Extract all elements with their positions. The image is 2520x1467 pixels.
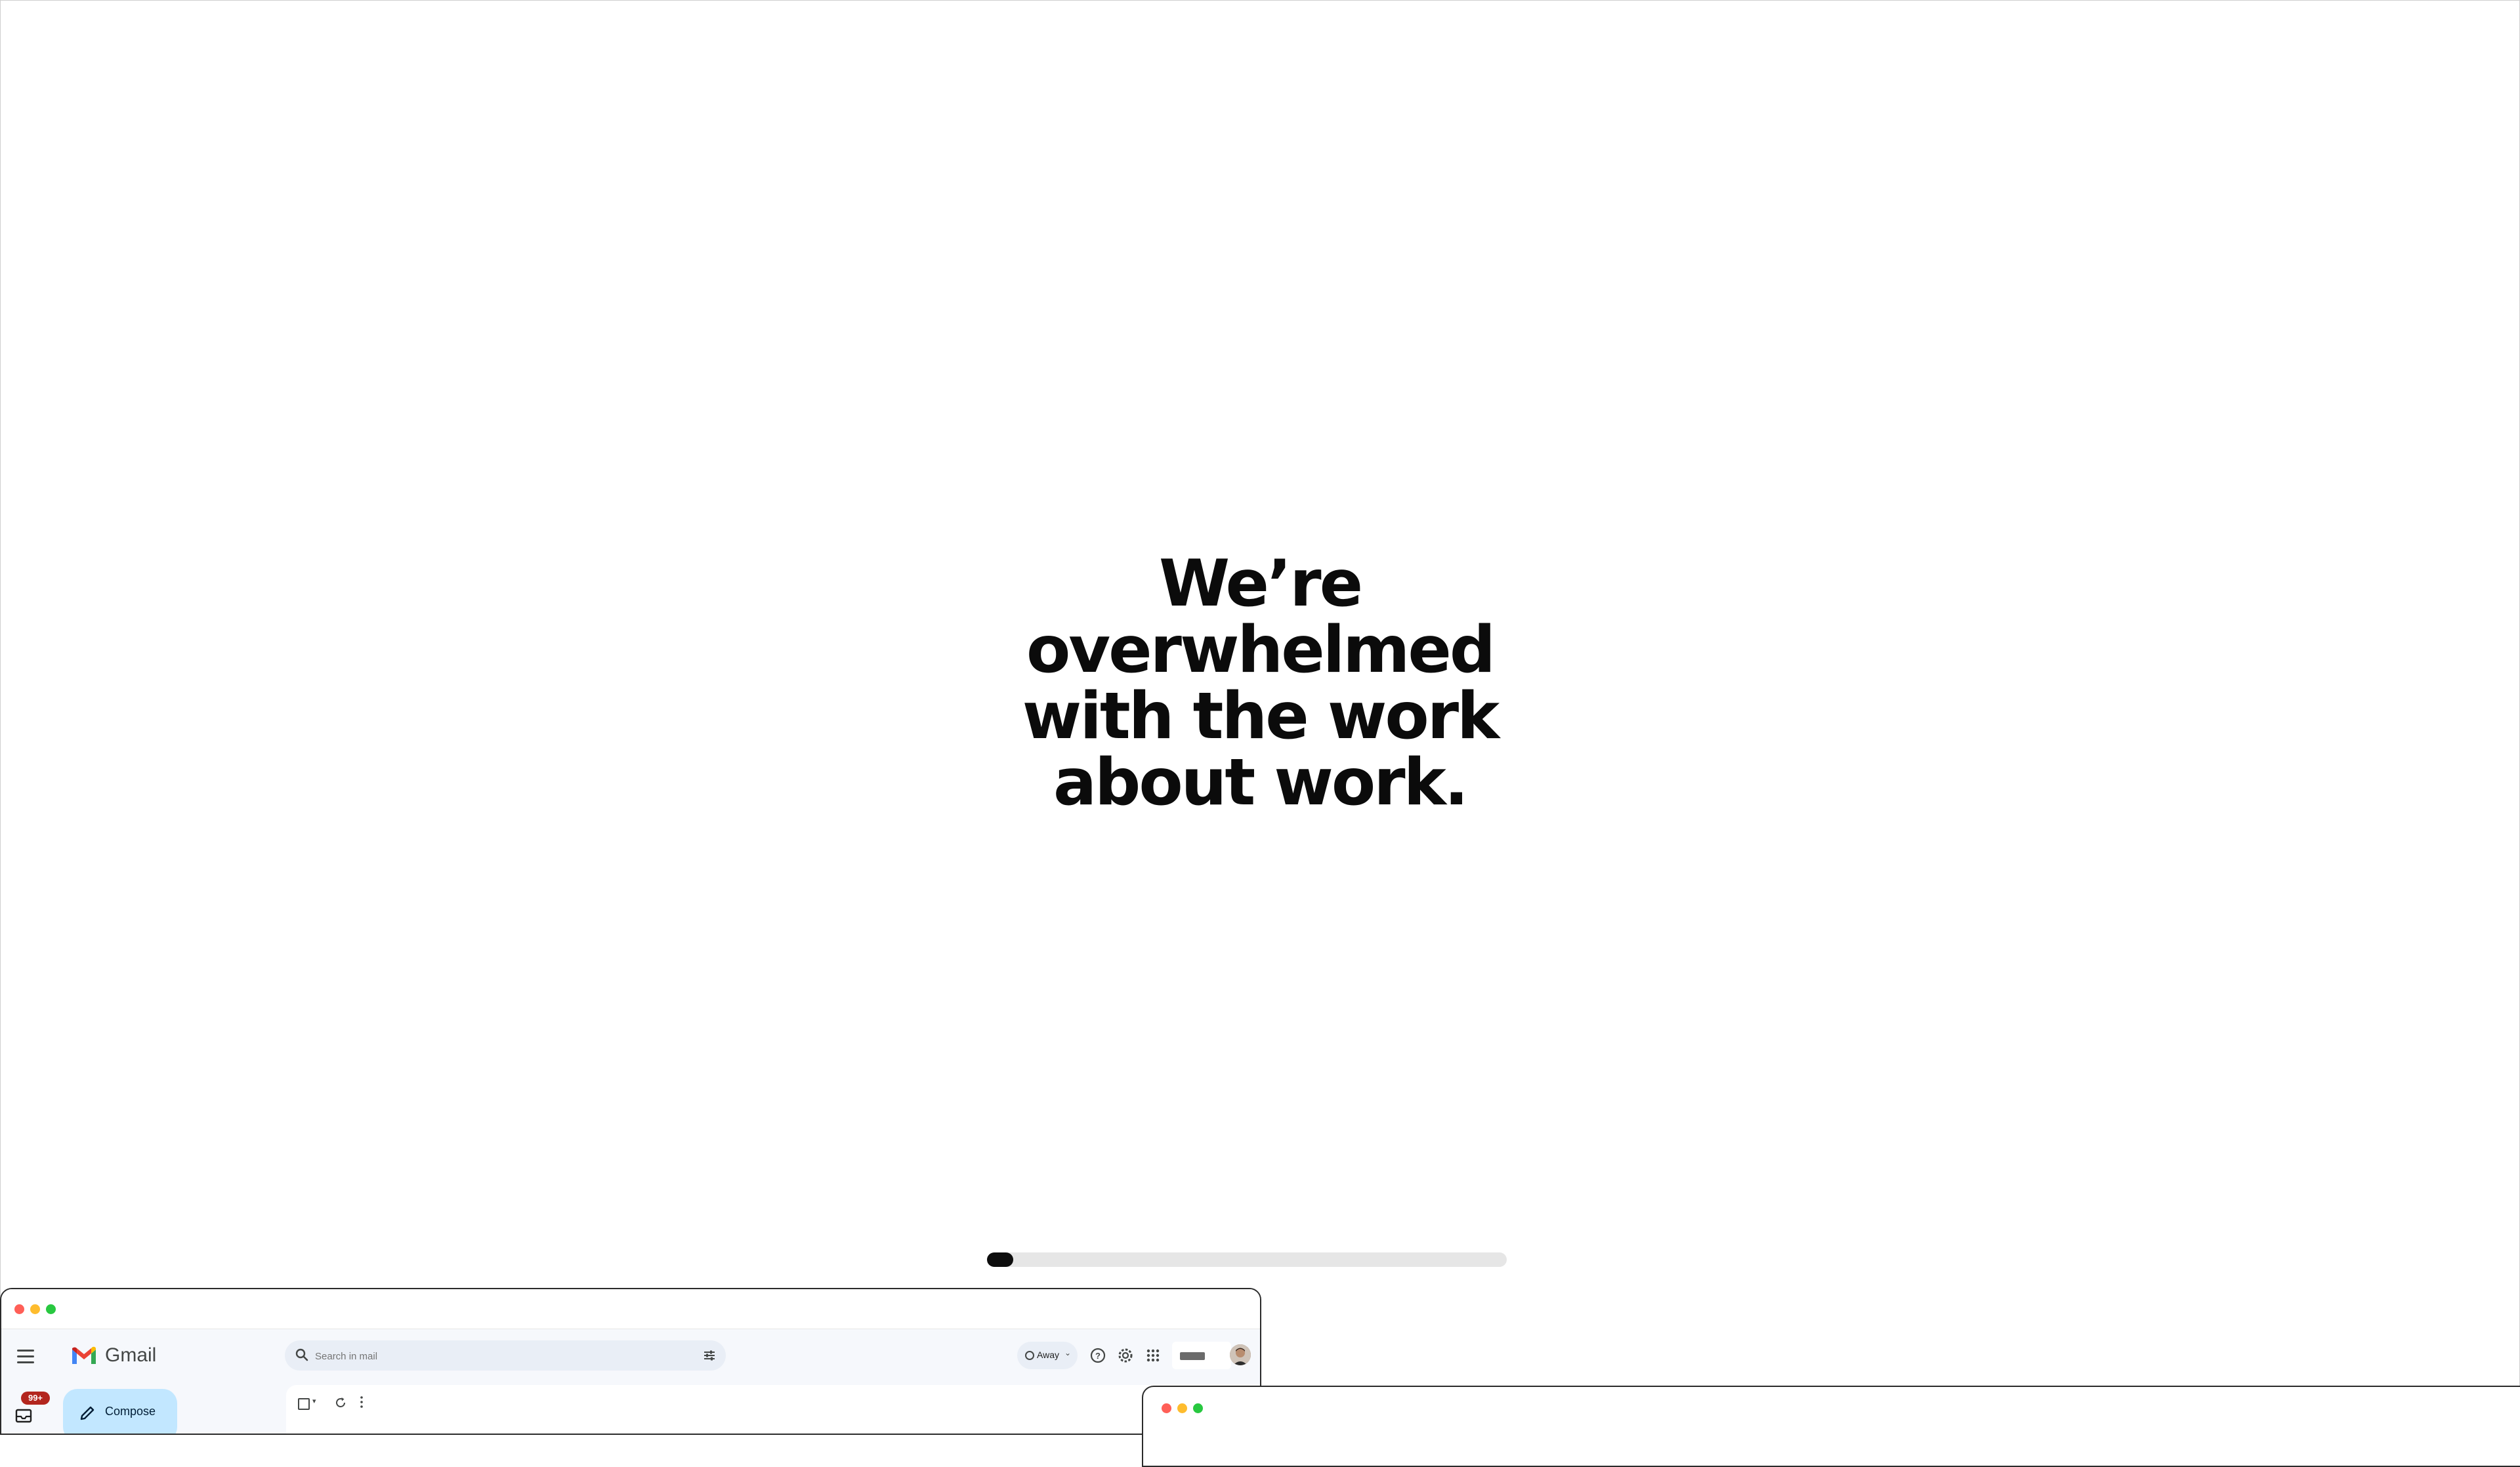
minimize-window-button[interactable]	[30, 1304, 40, 1314]
more-vert-icon[interactable]	[358, 1394, 365, 1410]
pencil-icon	[80, 1406, 94, 1420]
maximize-window-button[interactable]	[46, 1304, 56, 1314]
headline-line-1: We’re overwhelmed	[1026, 547, 1496, 688]
hero-headline: We’re overwhelmed with the work about wo…	[932, 551, 1588, 816]
status-label: Away	[1037, 1350, 1059, 1360]
mail-list-toolbar: ▾	[286, 1385, 1260, 1434]
app-name: Gmail	[105, 1344, 157, 1366]
search-bar[interactable]	[285, 1340, 726, 1371]
compose-button[interactable]: Compose	[63, 1389, 177, 1434]
apps-grid-icon[interactable]	[1143, 1346, 1163, 1365]
select-all-checkbox[interactable]	[298, 1398, 310, 1410]
progress-fill	[987, 1252, 1013, 1267]
filter-icon[interactable]	[702, 1348, 717, 1363]
account-switcher[interactable]	[1172, 1342, 1231, 1369]
svg-text:?: ?	[1095, 1351, 1101, 1361]
compose-label: Compose	[105, 1405, 156, 1418]
search-icon[interactable]	[295, 1348, 308, 1361]
headline-line-2: with the work	[1022, 679, 1500, 754]
maximize-window-button[interactable]	[1193, 1403, 1203, 1413]
status-away-icon	[1025, 1351, 1034, 1360]
avatar[interactable]	[1230, 1344, 1251, 1365]
second-app-window	[1142, 1386, 2520, 1467]
settings-icon[interactable]	[1116, 1346, 1135, 1365]
slideshow-progress-bar[interactable]	[987, 1252, 1507, 1267]
chevron-down-icon: ⌄	[1064, 1348, 1072, 1357]
status-selector[interactable]: Away ⌄	[1017, 1342, 1078, 1369]
chevron-down-icon[interactable]: ▾	[312, 1397, 316, 1405]
search-input[interactable]	[314, 1346, 684, 1367]
close-window-button[interactable]	[1162, 1403, 1171, 1413]
help-icon[interactable]: ?	[1088, 1346, 1108, 1365]
inbox-icon[interactable]	[14, 1405, 33, 1424]
minimize-window-button[interactable]	[1177, 1403, 1187, 1413]
menu-icon[interactable]	[17, 1350, 34, 1364]
headline-line-3: about work.	[1053, 745, 1469, 820]
gmail-logo[interactable]	[71, 1346, 97, 1365]
refresh-icon[interactable]	[333, 1395, 348, 1410]
gmail-window: Gmail Away ⌄ ?	[0, 1288, 1261, 1435]
unread-count-badge: 99+	[21, 1392, 50, 1405]
window-titlebar	[1, 1289, 1260, 1329]
close-window-button[interactable]	[14, 1304, 24, 1314]
